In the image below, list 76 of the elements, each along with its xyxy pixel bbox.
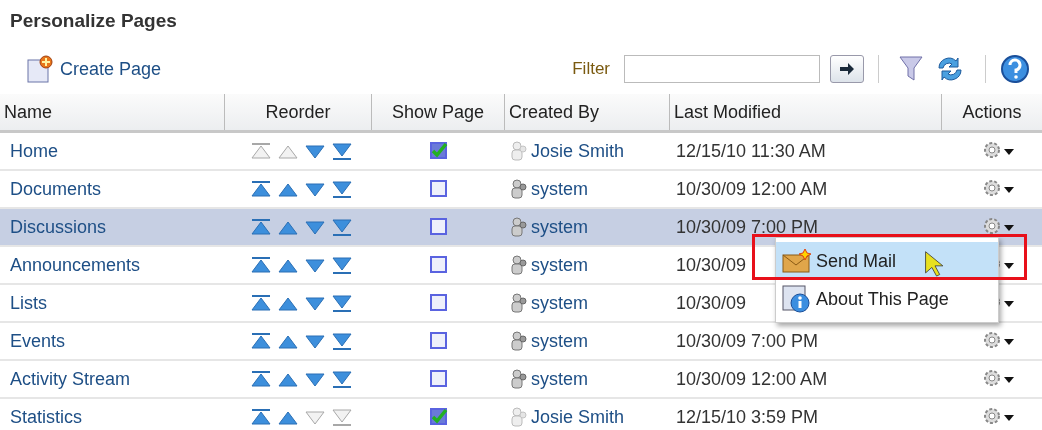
move-to-bottom-icon[interactable]	[330, 180, 354, 198]
table-row[interactable]: Home Josie Smith 12/15/10 11:30 AM	[0, 133, 1042, 171]
page-name-link[interactable]: Lists	[10, 292, 47, 314]
new-page-icon	[26, 55, 54, 83]
move-to-bottom-icon[interactable]	[330, 332, 354, 350]
column-header[interactable]: Created By	[505, 94, 670, 130]
move-to-top-icon[interactable]	[249, 370, 273, 388]
show-page-checkbox[interactable]	[428, 255, 449, 275]
filter-field[interactable]	[624, 55, 820, 83]
help-icon[interactable]	[1000, 54, 1030, 84]
create-page-link[interactable]: Create Page	[26, 55, 162, 83]
refresh-icon[interactable]	[935, 54, 965, 84]
table-row[interactable]: Statistics Josie Smith 12/15/10 3:59 PM	[0, 399, 1042, 430]
move-to-bottom-icon[interactable]	[330, 218, 354, 236]
modified-date: 10/30/09 7:00 PM	[676, 330, 819, 352]
modified-date: 10/30/09	[676, 292, 747, 314]
page-name-link[interactable]: Home	[10, 140, 58, 162]
creator-link[interactable]: Josie Smith	[531, 140, 625, 162]
show-page-checkbox[interactable]	[428, 369, 449, 389]
move-to-bottom-icon[interactable]	[330, 142, 354, 160]
creator-link[interactable]: Josie Smith	[531, 406, 625, 428]
show-page-checkbox[interactable]	[428, 179, 449, 199]
table-row[interactable]: Activity Stream system 10/30/09 12:00 AM	[0, 361, 1042, 399]
go-button[interactable]	[830, 55, 864, 83]
move-to-top-icon[interactable]	[249, 180, 273, 198]
move-to-top-icon[interactable]	[249, 294, 273, 312]
move-to-top-icon[interactable]	[249, 332, 273, 350]
filter-icon[interactable]	[899, 55, 923, 83]
creator-link[interactable]: system	[531, 178, 588, 200]
column-header[interactable]: Actions	[942, 94, 1042, 130]
table-row[interactable]: Discussions system 10/30/09 7:00 PM	[0, 209, 1042, 247]
page-title: Personalize Pages	[9, 9, 178, 33]
page-name-link[interactable]: Events	[10, 330, 66, 352]
creator-link[interactable]: system	[531, 292, 588, 314]
page-name-link[interactable]: Statistics	[10, 406, 83, 428]
move-to-bottom-icon[interactable]	[330, 256, 354, 274]
move-down-icon[interactable]	[303, 218, 327, 236]
page-name-link[interactable]: Activity Stream	[10, 368, 131, 390]
creator-link[interactable]: system	[531, 368, 588, 390]
move-to-top-icon[interactable]	[249, 256, 273, 274]
modified-date: 10/30/09 7:00 PM	[676, 216, 819, 238]
envelope-icon	[782, 248, 812, 274]
move-to-top-icon[interactable]	[249, 408, 273, 426]
move-to-bottom-icon[interactable]	[330, 370, 354, 388]
filter-label: Filter	[572, 59, 610, 79]
column-header[interactable]: Name	[0, 94, 225, 130]
move-down-icon[interactable]	[303, 332, 327, 350]
info-icon	[782, 285, 812, 313]
move-down-icon[interactable]	[303, 256, 327, 274]
page-name-link[interactable]: Announcements	[10, 254, 141, 276]
column-header[interactable]: Reorder	[225, 94, 372, 130]
column-header[interactable]: Last Modified	[670, 94, 942, 130]
modified-date: 10/30/09	[676, 254, 747, 276]
creator-link[interactable]: system	[531, 330, 588, 352]
show-page-checkbox[interactable]	[428, 331, 449, 351]
show-page-checkbox[interactable]	[428, 407, 449, 427]
arrow-icon	[839, 62, 855, 76]
modified-date: 12/15/10 11:30 AM	[676, 140, 826, 162]
show-page-checkbox[interactable]	[428, 293, 449, 313]
move-down-icon[interactable]	[303, 294, 327, 312]
move-to-bottom-icon[interactable]	[330, 294, 354, 312]
pointer-cursor	[924, 250, 946, 277]
page-name-link[interactable]: Documents	[10, 178, 102, 200]
show-page-checkbox[interactable]	[428, 217, 449, 237]
move-down-icon[interactable]	[303, 142, 327, 160]
modified-date: 10/30/09 12:00 AM	[676, 178, 828, 200]
move-to-top-icon[interactable]	[249, 218, 273, 236]
creator-link[interactable]: system	[531, 254, 588, 276]
show-page-checkbox[interactable]	[428, 141, 449, 161]
modified-date: 10/30/09 12:00 AM	[676, 368, 828, 390]
page-name-link[interactable]: Discussions	[10, 216, 107, 238]
column-header[interactable]: Show Page	[372, 94, 505, 130]
modified-date: 12/15/10 3:59 PM	[676, 406, 819, 428]
move-down-icon[interactable]	[303, 370, 327, 388]
creator-link[interactable]: system	[531, 216, 588, 238]
move-down-icon[interactable]	[303, 180, 327, 198]
